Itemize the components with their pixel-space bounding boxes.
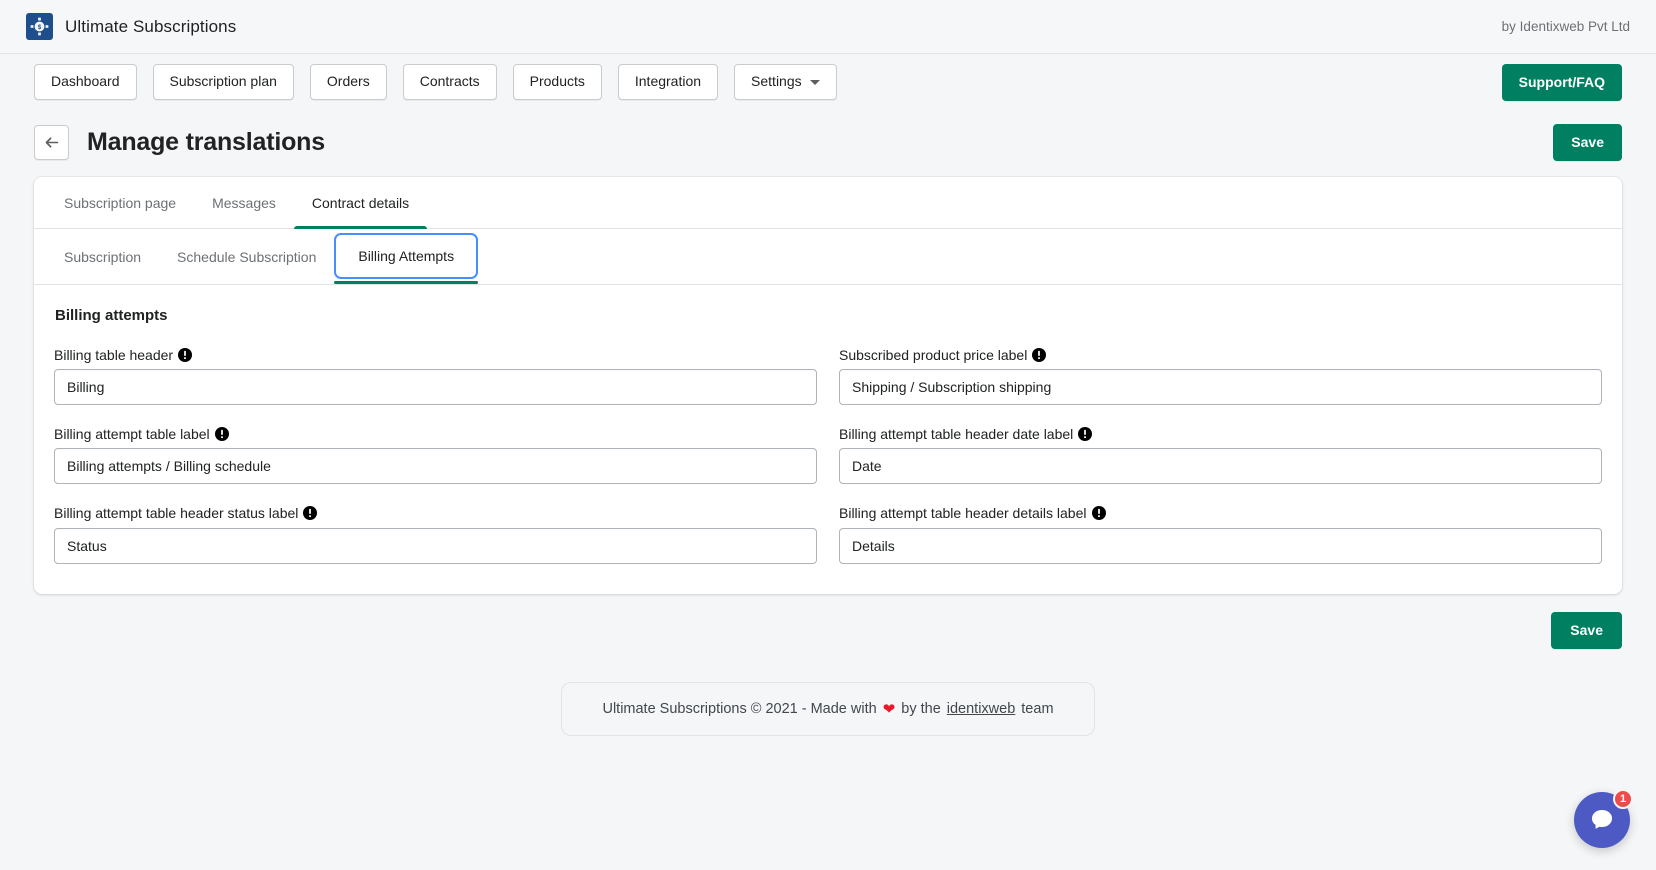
field-billing-attempt-table-header-date-label: Billing attempt table header date label bbox=[839, 425, 1602, 485]
tab-billing-attempts[interactable]: Billing Attempts bbox=[334, 233, 479, 284]
field-label: Billing attempt table header status labe… bbox=[54, 504, 817, 522]
save-button-top[interactable]: Save bbox=[1553, 124, 1622, 161]
info-exclamation-icon bbox=[1078, 427, 1093, 442]
page-header: Manage translations Save bbox=[0, 110, 1656, 177]
nav-label: Contracts bbox=[419, 73, 480, 90]
footer-prefix: Ultimate Subscriptions © 2021 - Made wit… bbox=[602, 700, 877, 717]
tab-contract-details[interactable]: Contract details bbox=[293, 177, 428, 229]
tab-subscription-page[interactable]: Subscription page bbox=[46, 177, 194, 228]
tab-subscription[interactable]: Subscription bbox=[46, 229, 159, 284]
save-button-bottom[interactable]: Save bbox=[1551, 611, 1622, 649]
field-label-text: Billing attempt table header details lab… bbox=[839, 505, 1087, 522]
app-title: Ultimate Subscriptions bbox=[65, 16, 237, 36]
nav-item-products[interactable]: Products bbox=[512, 64, 602, 100]
field-label: Billing attempt table header details lab… bbox=[839, 504, 1602, 522]
nav-label: Products bbox=[529, 73, 585, 90]
footer-link-identixweb[interactable]: identixweb bbox=[947, 701, 1016, 717]
footer-box: Ultimate Subscriptions © 2021 - Made wit… bbox=[561, 681, 1095, 736]
field-label-text: Billing attempt table header date label bbox=[839, 426, 1074, 443]
primary-tabs: Subscription page Messages Contract deta… bbox=[34, 177, 1622, 229]
info-exclamation-icon bbox=[178, 348, 193, 363]
footer-suffix: team bbox=[1021, 700, 1054, 717]
nav-item-contracts[interactable]: Contracts bbox=[402, 64, 497, 100]
billing-attempts-form: Billing attempts Billing table header Su… bbox=[34, 285, 1622, 594]
bottom-save-row: Save bbox=[0, 594, 1656, 649]
tab-label: Schedule Subscription bbox=[177, 248, 317, 265]
app-vendor-label: by Identixweb Pvt Ltd bbox=[1501, 19, 1630, 34]
tab-label: Subscription bbox=[64, 248, 142, 265]
chevron-down-icon bbox=[809, 79, 820, 85]
tab-schedule-subscription[interactable]: Schedule Subscription bbox=[159, 229, 334, 284]
chat-bubble-icon bbox=[1591, 809, 1613, 829]
field-label-text: Billing attempt table header status labe… bbox=[54, 505, 299, 522]
app-bar: $ Ultimate Subscriptions by Identixweb P… bbox=[0, 0, 1656, 54]
secondary-tabs: Subscription Schedule Subscription Billi… bbox=[34, 229, 1622, 285]
info-exclamation-icon bbox=[1091, 506, 1106, 521]
nav-label: Dashboard bbox=[51, 73, 120, 90]
field-label-text: Billing table header bbox=[54, 347, 174, 363]
tab-messages[interactable]: Messages bbox=[194, 177, 294, 228]
svg-text:$: $ bbox=[38, 24, 42, 31]
field-billing-attempt-table-label: Billing attempt table label bbox=[54, 425, 817, 485]
translations-card: Subscription page Messages Contract deta… bbox=[34, 177, 1622, 594]
tab-label: Billing Attempts bbox=[358, 248, 455, 264]
billing-attempt-table-label-input[interactable] bbox=[54, 448, 817, 485]
fields-grid: Billing table header Subscribed product … bbox=[54, 346, 1602, 564]
page-title: Manage translations bbox=[87, 128, 325, 156]
field-label: Subscribed product price label bbox=[839, 346, 1602, 364]
billing-attempt-table-header-status-label-input[interactable] bbox=[54, 527, 817, 564]
subscriptions-logo-icon: $ bbox=[26, 13, 53, 40]
back-button[interactable] bbox=[34, 125, 69, 160]
nav-item-settings[interactable]: Settings bbox=[734, 64, 837, 100]
nav-item-subscription-plan[interactable]: Subscription plan bbox=[152, 64, 294, 100]
field-label: Billing attempt table label bbox=[54, 425, 817, 443]
tab-label: Contract details bbox=[311, 194, 410, 211]
info-exclamation-icon bbox=[1032, 348, 1047, 363]
nav-label: Integration bbox=[634, 73, 702, 90]
billing-table-header-input[interactable] bbox=[54, 369, 817, 406]
field-label-text: Billing attempt table label bbox=[54, 426, 210, 443]
field-billing-table-header: Billing table header bbox=[54, 346, 817, 406]
billing-attempt-table-header-date-label-input[interactable] bbox=[839, 448, 1602, 485]
field-label-text: Subscribed product price label bbox=[839, 347, 1028, 363]
tab-label: Subscription page bbox=[64, 194, 177, 211]
field-subscribed-product-price-label: Subscribed product price label bbox=[839, 346, 1602, 406]
support-faq-button[interactable]: Support/FAQ bbox=[1501, 63, 1622, 101]
field-billing-attempt-table-header-details-label: Billing attempt table header details lab… bbox=[839, 504, 1602, 564]
footer: Ultimate Subscriptions © 2021 - Made wit… bbox=[0, 681, 1656, 736]
nav-label: Settings bbox=[751, 73, 802, 90]
footer-middle: by the bbox=[901, 700, 941, 717]
subscribed-product-price-label-input[interactable] bbox=[839, 369, 1602, 406]
arrow-left-icon bbox=[45, 137, 59, 148]
heart-icon: ❤ bbox=[882, 700, 896, 718]
chat-widget-button[interactable]: 1 bbox=[1574, 789, 1633, 848]
nav-item-orders[interactable]: Orders bbox=[309, 64, 387, 100]
info-exclamation-icon bbox=[303, 506, 318, 521]
chat-unread-badge: 1 bbox=[1613, 789, 1633, 809]
nav-label: Subscription plan bbox=[169, 73, 277, 90]
section-title: Billing attempts bbox=[55, 307, 168, 324]
nav-item-integration[interactable]: Integration bbox=[617, 64, 719, 100]
nav-label: Orders bbox=[326, 73, 370, 90]
field-billing-attempt-table-header-status-label: Billing attempt table header status labe… bbox=[54, 504, 817, 564]
info-exclamation-icon bbox=[214, 427, 229, 442]
main-navigation: Dashboard Subscription plan Orders Contr… bbox=[0, 54, 1656, 110]
tab-label: Messages bbox=[212, 194, 276, 211]
billing-attempt-table-header-details-label-input[interactable] bbox=[839, 527, 1602, 564]
field-label: Billing attempt table header date label bbox=[839, 425, 1602, 443]
field-label: Billing table header bbox=[54, 346, 817, 364]
nav-item-dashboard[interactable]: Dashboard bbox=[34, 64, 137, 100]
